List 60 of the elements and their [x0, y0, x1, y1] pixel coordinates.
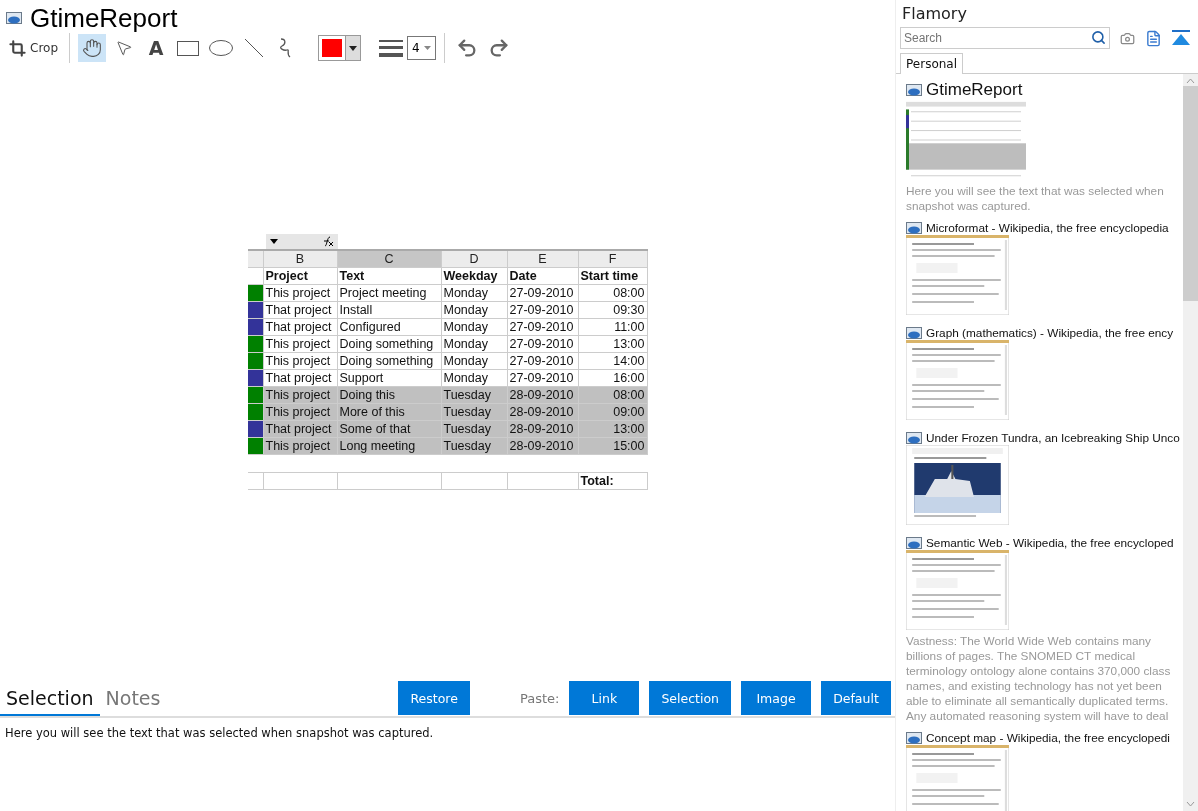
snapshot-title[interactable]: Graph (mathematics) - Wikipedia, the free ency — [926, 326, 1174, 340]
snapshot-title[interactable]: Semantic Web - Wikipedia, the free encycloped — [926, 536, 1174, 550]
paste-button[interactable]: Image — [741, 681, 811, 715]
caret-icon — [269, 238, 278, 244]
table-cell — [441, 471, 508, 490]
app-icon — [906, 222, 922, 234]
line-weight-icon — [379, 39, 403, 57]
line-icon — [244, 38, 264, 58]
row-header-cell — [247, 471, 264, 490]
paste-button[interactable]: Link — [569, 681, 640, 715]
table-cell — [507, 471, 579, 490]
caret-icon — [349, 45, 357, 51]
snapshot-title[interactable]: Microformat - Wikipedia, the free encyclopedia — [926, 221, 1169, 235]
paste-button[interactable]: Selection — [649, 681, 731, 715]
color-picker[interactable] — [318, 35, 361, 61]
corner-cell — [247, 250, 264, 268]
collapse-icon[interactable] — [1172, 30, 1190, 46]
line-width-select[interactable]: 4 — [407, 36, 436, 60]
row-header-cell — [247, 267, 264, 285]
column-header: B — [263, 250, 338, 268]
snapshot-title[interactable]: Under Frozen Tundra, an Icebreaking Ship Unco — [926, 431, 1180, 445]
column-header: E — [507, 250, 579, 268]
sidebar-title: Flamory — [901, 3, 968, 25]
selection-text: Here you will see the text that was selected when snapshot was captured. — [4, 725, 435, 742]
paste-label: Paste: — [519, 690, 560, 706]
total-label: Total: — [578, 471, 648, 490]
text-tool[interactable]: A — [142, 34, 170, 62]
rectangle-icon — [177, 40, 199, 56]
snapshot-description: Here you will see the text that was selected when snapshot was captured. — [906, 184, 1165, 214]
app-icon — [6, 12, 22, 24]
crop-tool[interactable]: Crop — [6, 34, 61, 62]
document-icon[interactable] — [1145, 29, 1162, 47]
search-field[interactable]: Search — [900, 27, 1110, 49]
search-icon[interactable] — [1091, 30, 1106, 45]
camera-icon[interactable] — [1120, 30, 1135, 46]
tab[interactable]: Notes — [99, 682, 167, 716]
crop-icon — [9, 39, 26, 57]
app-icon — [906, 732, 922, 744]
restore-button[interactable]: Restore — [398, 681, 470, 715]
paste-button[interactable]: Default — [821, 681, 891, 715]
pointer-icon — [115, 39, 133, 57]
app-icon — [906, 537, 922, 549]
ellipse-icon — [209, 40, 233, 56]
column-header: F — [578, 250, 648, 268]
hand-tool[interactable] — [78, 34, 106, 62]
app-icon — [906, 84, 922, 96]
tab[interactable]: Selection — [0, 682, 100, 716]
snapshot-description: Vastness: The World Wide Web contains many billions of pages. The SNOMED CT medical terminology ontology alone contains 370,000 class names, and existing technology has not yet been able to eliminate all semantically duplicated terms. Any automated reasoning system will have to deal — [906, 634, 1172, 724]
hand-icon — [82, 38, 102, 58]
app-icon — [906, 432, 922, 444]
tab[interactable]: Personal — [900, 53, 963, 74]
snapshot-title[interactable]: GtimeReport — [926, 80, 1023, 100]
window-title: GtimeReport — [30, 2, 178, 34]
caret-icon — [423, 46, 431, 50]
color-swatch — [322, 39, 342, 57]
column-header: C — [337, 250, 442, 268]
snapshot-title[interactable]: Concept map - Wikipedia, the free encyclopedi — [926, 731, 1170, 745]
function-icon — [321, 235, 334, 247]
column-header: D — [441, 250, 508, 268]
app-icon — [906, 327, 922, 339]
